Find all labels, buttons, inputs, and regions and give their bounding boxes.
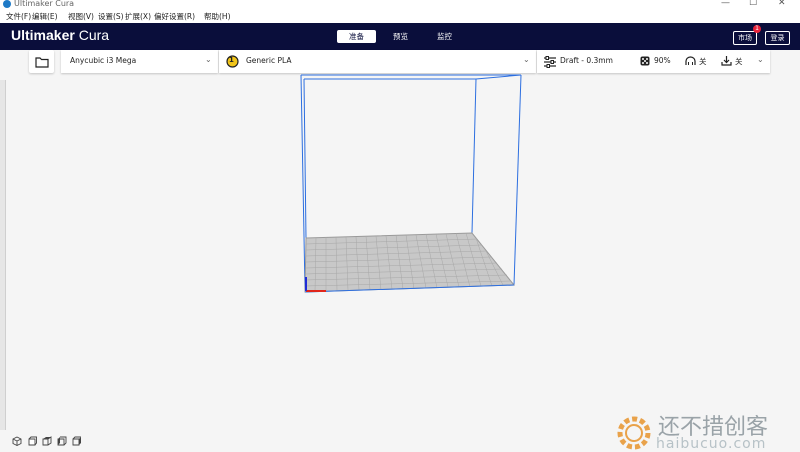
- chevron-down-icon: ⌄: [523, 55, 530, 64]
- infill-value: 90%: [654, 56, 671, 65]
- menu-extensions[interactable]: 扩展(X): [125, 11, 151, 22]
- tab-prepare[interactable]: 准备: [337, 30, 376, 43]
- app-header: Ultimaker Cura 准备 预览 监控 市场 登录: [0, 23, 800, 50]
- brand-bold: Ultimaker: [11, 27, 75, 43]
- view-3d-icon[interactable]: [12, 436, 22, 446]
- view-top-icon[interactable]: [42, 436, 52, 446]
- view-front-icon[interactable]: [27, 436, 37, 446]
- print-settings-selector[interactable]: Draft - 0.3mm 90% 关 关 ⌄: [537, 50, 770, 73]
- build-volume-wireframe: [300, 74, 522, 291]
- marketplace-badge: 1: [753, 25, 761, 33]
- view-left-icon[interactable]: [57, 436, 67, 446]
- chevron-down-icon: ⌄: [205, 55, 212, 64]
- printer-name: Anycubic i3 Mega: [70, 56, 137, 65]
- menu-settings[interactable]: 设置(S): [98, 11, 124, 22]
- menu-edit[interactable]: 编辑(E): [32, 11, 58, 22]
- menu-preferences[interactable]: 偏好设置(R): [154, 11, 195, 22]
- adhesion-value: 关: [735, 57, 743, 66]
- left-side-panel[interactable]: [0, 80, 6, 430]
- window-title-bar: Ultimaker Cura — ☐ ✕: [0, 0, 800, 10]
- printer-selector[interactable]: Anycubic i3 Mega ⌄: [61, 50, 218, 73]
- tab-preview[interactable]: 预览: [381, 30, 420, 43]
- menu-file[interactable]: 文件(F): [6, 11, 31, 22]
- view-right-icon[interactable]: [72, 436, 82, 446]
- support-icon: [685, 56, 696, 65]
- material-selector[interactable]: 1 Generic PLA ⌄: [219, 50, 536, 73]
- close-icon[interactable]: ✕: [778, 0, 786, 8]
- axis-origin-indicator: [305, 277, 326, 292]
- window-title: Ultimaker Cura: [14, 0, 75, 8]
- build-plate: [304, 232, 516, 293]
- brand-logo: Ultimaker Cura: [11, 27, 109, 43]
- cura-app-icon: [3, 0, 11, 8]
- chevron-down-icon: ⌄: [757, 55, 764, 64]
- minimize-icon[interactable]: —: [721, 0, 730, 8]
- profile-name: Draft - 0.3mm: [560, 56, 613, 65]
- open-file-button[interactable]: [29, 50, 54, 73]
- sliders-icon: [544, 56, 556, 68]
- extruder-number: 1: [229, 56, 234, 64]
- support-value: 关: [699, 57, 707, 66]
- signin-button[interactable]: 登录: [765, 31, 790, 45]
- tab-monitor[interactable]: 监控: [425, 30, 464, 43]
- brand-light: Cura: [78, 27, 110, 43]
- menu-view[interactable]: 视图(V): [68, 11, 94, 22]
- menu-bar: 文件(F) 编辑(E) 视图(V) 设置(S) 扩展(X) 偏好设置(R) 帮助…: [0, 10, 800, 23]
- infill-icon: [640, 56, 650, 66]
- maximize-icon[interactable]: ☐: [749, 0, 757, 8]
- folder-icon: [35, 57, 49, 68]
- menu-help[interactable]: 帮助(H): [204, 11, 231, 22]
- marketplace-button[interactable]: 市场: [733, 31, 757, 45]
- adhesion-icon: [721, 56, 732, 66]
- material-name: Generic PLA: [246, 56, 292, 65]
